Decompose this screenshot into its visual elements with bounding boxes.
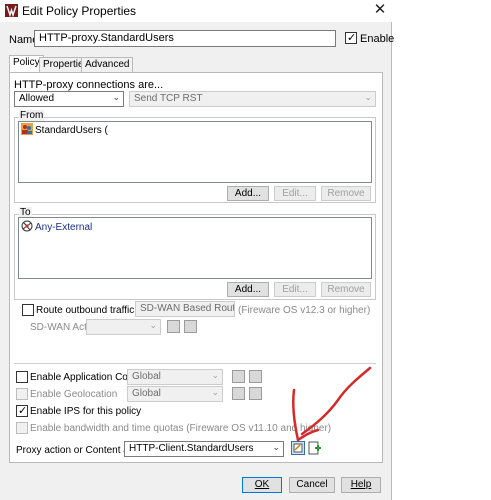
geolocation-edit-icon[interactable] xyxy=(232,387,245,400)
from-edit-button[interactable]: Edit... xyxy=(274,186,316,201)
chevron-down-icon: ⌄ xyxy=(272,442,280,452)
help-button[interactable]: Help xyxy=(341,477,381,493)
cancel-button[interactable]: Cancel xyxy=(289,477,335,493)
chevron-down-icon: ⌄ xyxy=(112,92,120,102)
app-control-edit-icon[interactable] xyxy=(232,370,245,383)
from-group-title: From xyxy=(19,110,45,121)
app-control-value: Global xyxy=(132,371,161,382)
quota-checkbox[interactable] xyxy=(16,422,28,434)
route-outbound-checkbox[interactable] xyxy=(22,304,34,316)
red-arrow-annotation xyxy=(291,366,372,442)
from-list-item[interactable]: StandardUsers ( xyxy=(35,125,108,136)
chevron-down-icon: ⌄ xyxy=(211,370,219,380)
app-control-checkbox[interactable] xyxy=(16,371,28,383)
connections-select-value: Allowed xyxy=(19,93,55,104)
sdwan-action-select[interactable]: ⌄ xyxy=(86,319,161,335)
route-select[interactable]: SD-WAN Based Routing ⌄ xyxy=(135,301,235,317)
geolocation-value: Global xyxy=(132,388,161,399)
users-group-icon xyxy=(21,123,33,135)
close-icon[interactable]: ✕ xyxy=(372,2,388,18)
connections-label: HTTP-proxy connections are... xyxy=(14,79,164,91)
chevron-down-icon: ⌄ xyxy=(364,92,372,102)
proxy-action-value: HTTP-Client.StandardUsers xyxy=(129,443,254,454)
connections-select[interactable]: Allowed ⌄ xyxy=(14,91,124,107)
enable-label: Enable xyxy=(360,33,395,45)
ok-button[interactable]: OK xyxy=(242,477,282,493)
to-edit-button[interactable]: Edit... xyxy=(274,282,316,297)
route-select-value: SD-WAN Based Routing xyxy=(140,303,235,314)
window-title: Edit Policy Properties xyxy=(22,4,137,18)
help-button-label: Help xyxy=(350,479,372,490)
app-control-select[interactable]: Global ⌄ xyxy=(127,369,223,385)
app-logo-icon xyxy=(5,4,18,17)
geolocation-label: Enable Geolocation xyxy=(30,389,118,400)
ips-checkbox[interactable] xyxy=(16,404,28,417)
tcp-rst-select[interactable]: Send TCP RST ⌄ xyxy=(129,91,376,107)
policy-name-input[interactable]: HTTP-proxy.StandardUsers xyxy=(34,30,336,47)
geolocation-add-icon[interactable] xyxy=(249,387,262,400)
proxy-action-select[interactable]: HTTP-Client.StandardUsers ⌄ xyxy=(124,441,284,457)
enable-checkbox[interactable] xyxy=(345,31,357,44)
from-add-button[interactable]: Add... xyxy=(227,186,269,201)
ok-button-label: OK xyxy=(254,479,270,490)
sdwan-edit-icon[interactable] xyxy=(167,320,180,333)
geolocation-select[interactable]: Global ⌄ xyxy=(127,386,223,402)
tab-advanced[interactable]: Advanced xyxy=(81,57,134,73)
chevron-down-icon: ⌄ xyxy=(149,320,157,330)
geolocation-checkbox[interactable] xyxy=(16,388,28,400)
chevron-down-icon: ⌄ xyxy=(223,302,231,312)
to-remove-button[interactable]: Remove xyxy=(321,282,371,297)
route-version-note: (Fireware OS v12.3 or higher) xyxy=(238,305,371,316)
network-alias-icon xyxy=(21,220,33,232)
to-add-button[interactable]: Add... xyxy=(227,282,269,297)
tcp-rst-select-value: Send TCP RST xyxy=(134,93,203,104)
from-remove-button[interactable]: Remove xyxy=(321,186,371,201)
chevron-down-icon: ⌄ xyxy=(211,387,219,397)
to-list-item[interactable]: Any-External xyxy=(35,222,92,233)
sdwan-add-icon[interactable] xyxy=(184,320,197,333)
app-control-add-icon[interactable] xyxy=(249,370,262,383)
ips-label: Enable IPS for this policy xyxy=(30,406,142,417)
